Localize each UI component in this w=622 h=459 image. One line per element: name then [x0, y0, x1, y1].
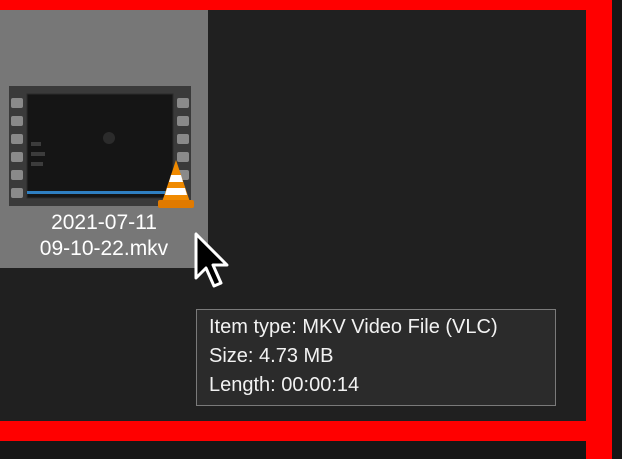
file-name-line1: 2021-07-11 — [51, 211, 157, 234]
outer-background-right — [612, 0, 622, 459]
tooltip-size: Size: 4.73 MB — [209, 345, 334, 367]
tooltip-item-type: Item type: MKV Video File (VLC) — [209, 316, 498, 338]
file-name-label: 2021-07-11 09-10-22.mkv — [0, 210, 208, 262]
highlight-frame-top — [0, 0, 622, 10]
file-name-line2: 09-10-22.mkv — [39, 237, 169, 260]
vlc-cone-icon — [156, 158, 196, 210]
file-info-tooltip: Item type: MKV Video File (VLC) Size: 4.… — [196, 309, 556, 406]
tooltip-length: Length: 00:00:14 — [209, 374, 360, 396]
file-item-mkv[interactable]: 2021-07-11 09-10-22.mkv — [0, 10, 208, 268]
outer-background — [0, 441, 586, 459]
highlight-frame-bottom — [0, 421, 622, 441]
mouse-pointer-icon — [190, 232, 234, 296]
